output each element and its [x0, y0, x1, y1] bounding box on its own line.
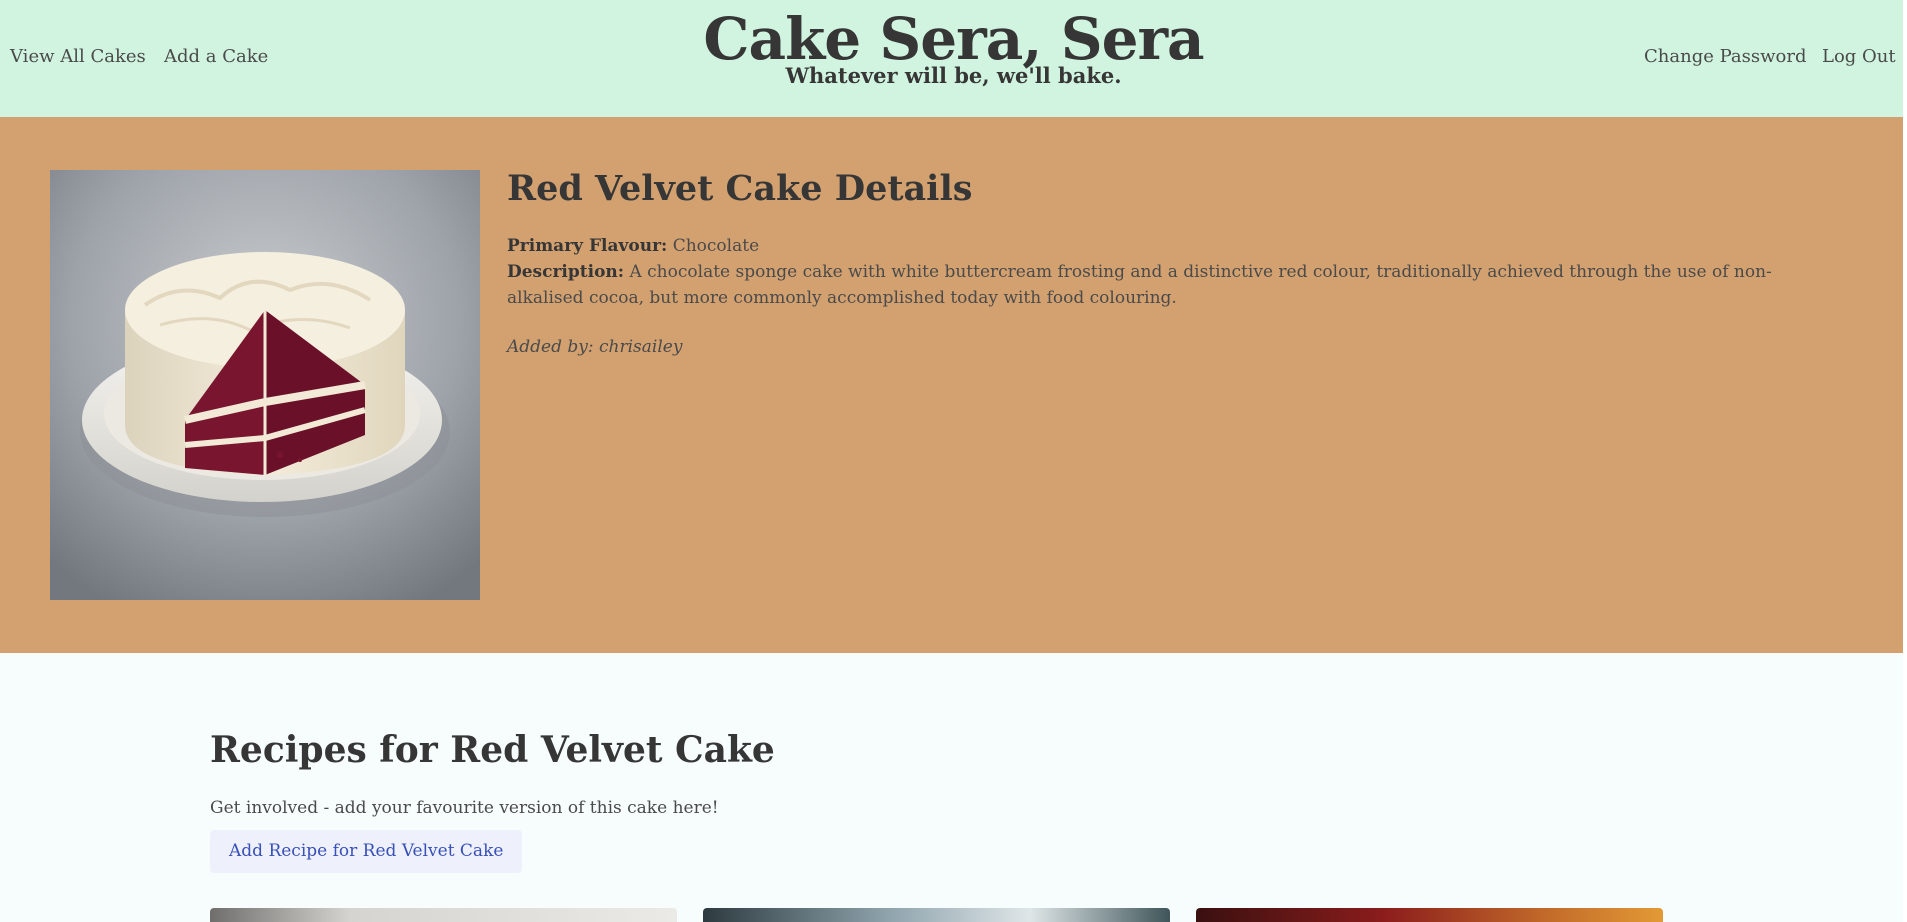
recipe-card[interactable] — [703, 908, 1170, 922]
cake-detail-title: Red Velvet Cake Details — [507, 168, 973, 209]
navbar: View All Cakes Add a Cake Cake Sera, Ser… — [0, 0, 1903, 117]
primary-flavour: Primary Flavour: Chocolate — [507, 233, 1837, 259]
primary-flavour-label: Primary Flavour: — [507, 236, 668, 256]
nav-change-password[interactable]: Change Password — [1644, 46, 1806, 67]
description-label: Description: — [507, 262, 625, 282]
added-by: Added by: chrisailey — [507, 337, 683, 357]
scrollbar[interactable] — [1903, 0, 1907, 922]
description: Description: A chocolate sponge cake wit… — [507, 259, 1837, 311]
nav-log-out[interactable]: Log Out — [1822, 46, 1896, 67]
recipes-section: Recipes for Red Velvet Cake Get involved… — [210, 726, 1670, 873]
cake-detail: Red Velvet Cake Details Primary Flavour:… — [507, 167, 1837, 357]
cake-detail-section: Red Velvet Cake Details Primary Flavour:… — [0, 117, 1903, 653]
description-text: A chocolate sponge cake with white butte… — [507, 262, 1772, 308]
brand: Cake Sera, Sera Whatever will be, we'll … — [0, 6, 1907, 88]
cake-photo — [50, 170, 480, 600]
site-tagline: Whatever will be, we'll bake. — [785, 63, 1122, 88]
recipe-card[interactable] — [1196, 908, 1663, 922]
recipe-card[interactable] — [210, 908, 677, 922]
recipes-title: Recipes for Red Velvet Cake — [210, 729, 775, 771]
add-recipe-button[interactable]: Add Recipe for Red Velvet Cake — [210, 830, 523, 873]
primary-flavour-value: Chocolate — [672, 236, 760, 256]
recipes-intro: Get involved - add your favourite versio… — [210, 798, 719, 818]
